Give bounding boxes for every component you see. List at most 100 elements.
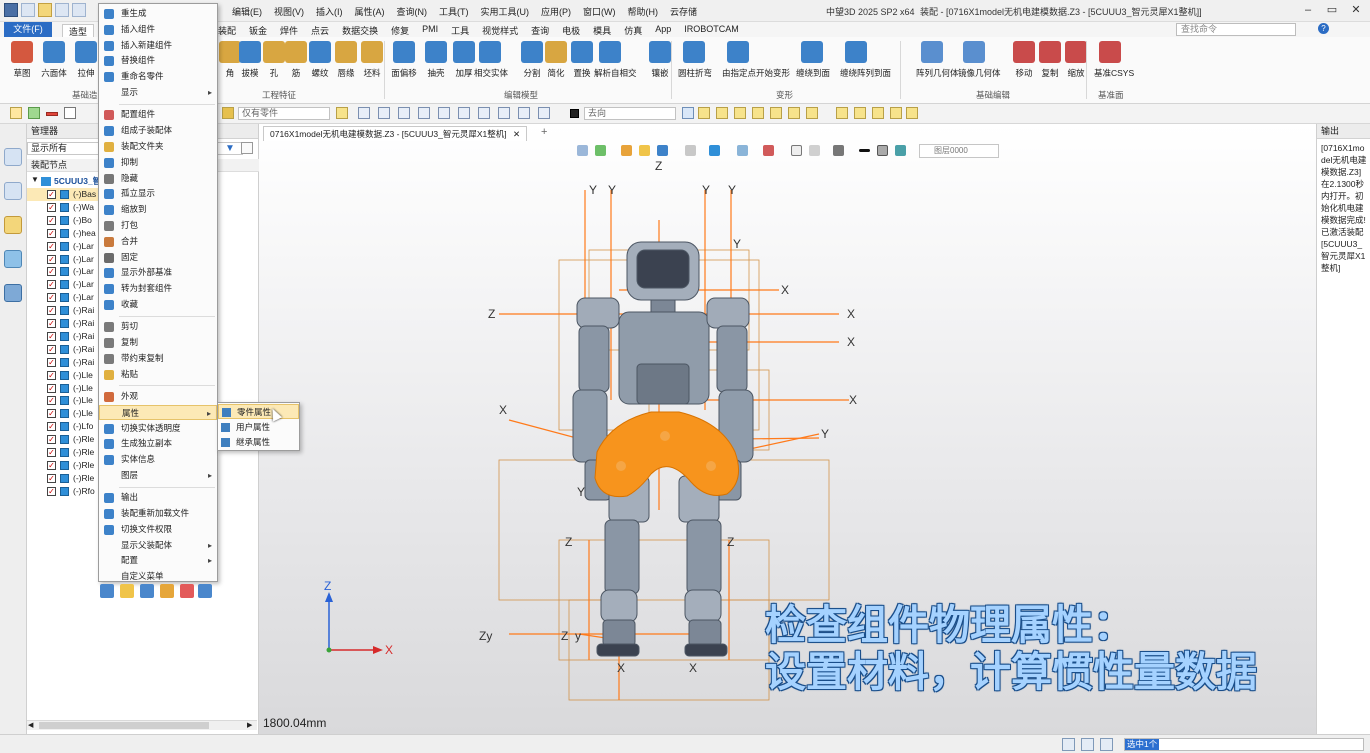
snap9-icon[interactable]: [854, 107, 866, 119]
snap10-icon[interactable]: [872, 107, 884, 119]
layer-manager-icon[interactable]: [4, 250, 22, 268]
tree-row[interactable]: ✓ (-)Lar: [27, 265, 101, 278]
context-menu-item[interactable]: 缩放到: [99, 202, 217, 217]
align-icon[interactable]: [358, 107, 370, 119]
context-menu-item[interactable]: 外观: [99, 389, 217, 404]
menu-attributes[interactable]: 属性(A): [355, 5, 385, 18]
view-wire-icon[interactable]: [685, 145, 696, 156]
context-menu-item[interactable]: 自定义菜单: [99, 569, 217, 584]
visibility-checkbox[interactable]: ✓: [47, 344, 56, 354]
app-logo-icon[interactable]: [4, 3, 18, 17]
context-menu-item[interactable]: 显示父装配体 ▸: [99, 538, 217, 553]
menu-query[interactable]: 查询(N): [397, 5, 428, 18]
align4-icon[interactable]: [418, 107, 430, 119]
tree-row[interactable]: ✓ (-)Lle: [27, 382, 101, 395]
tree-row[interactable]: ✓ (-)Rai: [27, 330, 101, 343]
visibility-checkbox[interactable]: ✓: [47, 473, 56, 483]
view-orient-icon[interactable]: [595, 145, 606, 156]
menu-edit[interactable]: 编辑(E): [232, 5, 262, 18]
tab-weldment[interactable]: 焊件: [280, 24, 298, 37]
view-light-icon[interactable]: [895, 145, 906, 156]
view-render-icon[interactable]: [639, 145, 650, 156]
box-select-icon[interactable]: [64, 107, 76, 119]
minus-icon[interactable]: [46, 112, 58, 116]
tree-row[interactable]: ✓ (-)Rfo: [27, 485, 101, 498]
snap6-icon[interactable]: [788, 107, 800, 119]
view-section-icon[interactable]: [621, 145, 632, 156]
visibility-checkbox[interactable]: ✓: [47, 460, 56, 470]
context-menu-item[interactable]: 替换组件: [99, 53, 217, 68]
status-list-icon[interactable]: [1100, 738, 1113, 751]
visibility-checkbox[interactable]: ✓: [47, 331, 56, 341]
part-filter-icon[interactable]: [222, 107, 234, 119]
history-manager-icon[interactable]: [4, 182, 22, 200]
tree-row[interactable]: ✓ (-)Lle: [27, 407, 101, 420]
menu-cloud[interactable]: 云存储: [670, 5, 697, 18]
snap8-icon[interactable]: [836, 107, 848, 119]
stop-icon[interactable]: [570, 109, 579, 118]
mini-edit-icon[interactable]: [100, 584, 114, 598]
view-material-icon[interactable]: [833, 145, 844, 156]
save-icon[interactable]: [55, 3, 69, 17]
refresh-icon[interactable]: [241, 142, 253, 154]
context-menu-item[interactable]: 复制: [99, 335, 217, 350]
ribbon-button-scale[interactable]: 缩放: [1060, 41, 1092, 79]
ribbon-button-intersect[interactable]: 相交实体: [474, 41, 508, 79]
align10-icon[interactable]: [538, 107, 550, 119]
visibility-checkbox[interactable]: ✓: [47, 190, 56, 199]
pointer-icon[interactable]: [682, 107, 694, 119]
tree-row[interactable]: ✓ (-)Wa: [27, 201, 101, 214]
scroll-right-icon[interactable]: ▶: [247, 721, 252, 729]
view-image-icon[interactable]: [737, 145, 748, 156]
tab-electrode[interactable]: 电极: [562, 24, 580, 37]
context-menu-item[interactable]: 粘贴: [99, 367, 217, 382]
ribbon-button-self-intersect[interactable]: 解析自相交: [594, 41, 637, 79]
visibility-checkbox[interactable]: ✓: [47, 228, 56, 238]
tab-mold[interactable]: 模具: [593, 24, 611, 37]
horizontal-scrollbar[interactable]: ◀ ▶: [27, 720, 257, 730]
tab-file[interactable]: 文件(F): [4, 22, 52, 37]
tab-assembly[interactable]: 装配: [218, 24, 236, 37]
align9-icon[interactable]: [518, 107, 530, 119]
view-color-icon[interactable]: [709, 145, 720, 156]
menu-window[interactable]: 窗口(W): [583, 5, 616, 18]
view-shade-icon[interactable]: [657, 145, 668, 156]
snap12-icon[interactable]: [906, 107, 918, 119]
context-menu-item[interactable]: 配置组件: [99, 107, 217, 122]
visibility-checkbox[interactable]: ✓: [47, 254, 56, 264]
visibility-checkbox[interactable]: ✓: [47, 435, 56, 445]
mini-folder-icon[interactable]: [120, 584, 134, 598]
context-menu-item[interactable]: 收藏: [99, 297, 217, 312]
visibility-checkbox[interactable]: ✓: [47, 448, 56, 457]
tree-row[interactable]: ✓ (-)hea: [27, 227, 101, 240]
context-menu-item[interactable]: 插入新建组件: [99, 38, 217, 53]
tab-simulation[interactable]: 仿真: [624, 24, 642, 37]
ribbon-button-mirror[interactable]: 镜像几何体: [958, 41, 1001, 79]
context-menu-item[interactable]: 插入组件: [99, 22, 217, 37]
visibility-checkbox[interactable]: ✓: [47, 357, 56, 367]
snap4-icon[interactable]: [752, 107, 764, 119]
submenu-user-properties[interactable]: 用户属性: [218, 420, 299, 435]
align6-icon[interactable]: [458, 107, 470, 119]
snap2-icon[interactable]: [716, 107, 728, 119]
visibility-checkbox[interactable]: ✓: [47, 319, 56, 328]
context-menu-item[interactable]: 显示外部基准: [99, 265, 217, 280]
document-tab[interactable]: 0716X1model无机电建模数据.Z3 - [5CUUU3_智元灵犀X1整机…: [263, 126, 528, 141]
context-menu-item[interactable]: 孤立显示: [99, 186, 217, 201]
context-menu-item[interactable]: 装配文件夹: [99, 139, 217, 154]
tab-visual-style[interactable]: 视觉样式: [482, 24, 518, 37]
view-line-icon[interactable]: [859, 149, 870, 152]
tree-row[interactable]: ✓ (-)Rle: [27, 459, 101, 472]
menu-apps[interactable]: 应用(P): [541, 5, 571, 18]
context-menu-item[interactable]: 打包: [99, 218, 217, 233]
context-menu-item[interactable]: 配置 ▸: [99, 553, 217, 568]
graphics-viewport[interactable]: 0716X1model无机电建模数据.Z3 - [5CUUU3_智元灵犀X1整机…: [259, 124, 1316, 734]
menu-view[interactable]: 视图(V): [274, 5, 304, 18]
ribbon-button-block[interactable]: 六面体: [38, 41, 70, 79]
context-menu-item[interactable]: 输出: [99, 490, 217, 505]
snap3-icon[interactable]: [734, 107, 746, 119]
menu-help[interactable]: 帮助(H): [628, 5, 659, 18]
context-menu-item[interactable]: 组成子装配体: [99, 123, 217, 138]
view-fit-icon[interactable]: [577, 145, 588, 156]
status-view-icon[interactable]: [1062, 738, 1075, 751]
